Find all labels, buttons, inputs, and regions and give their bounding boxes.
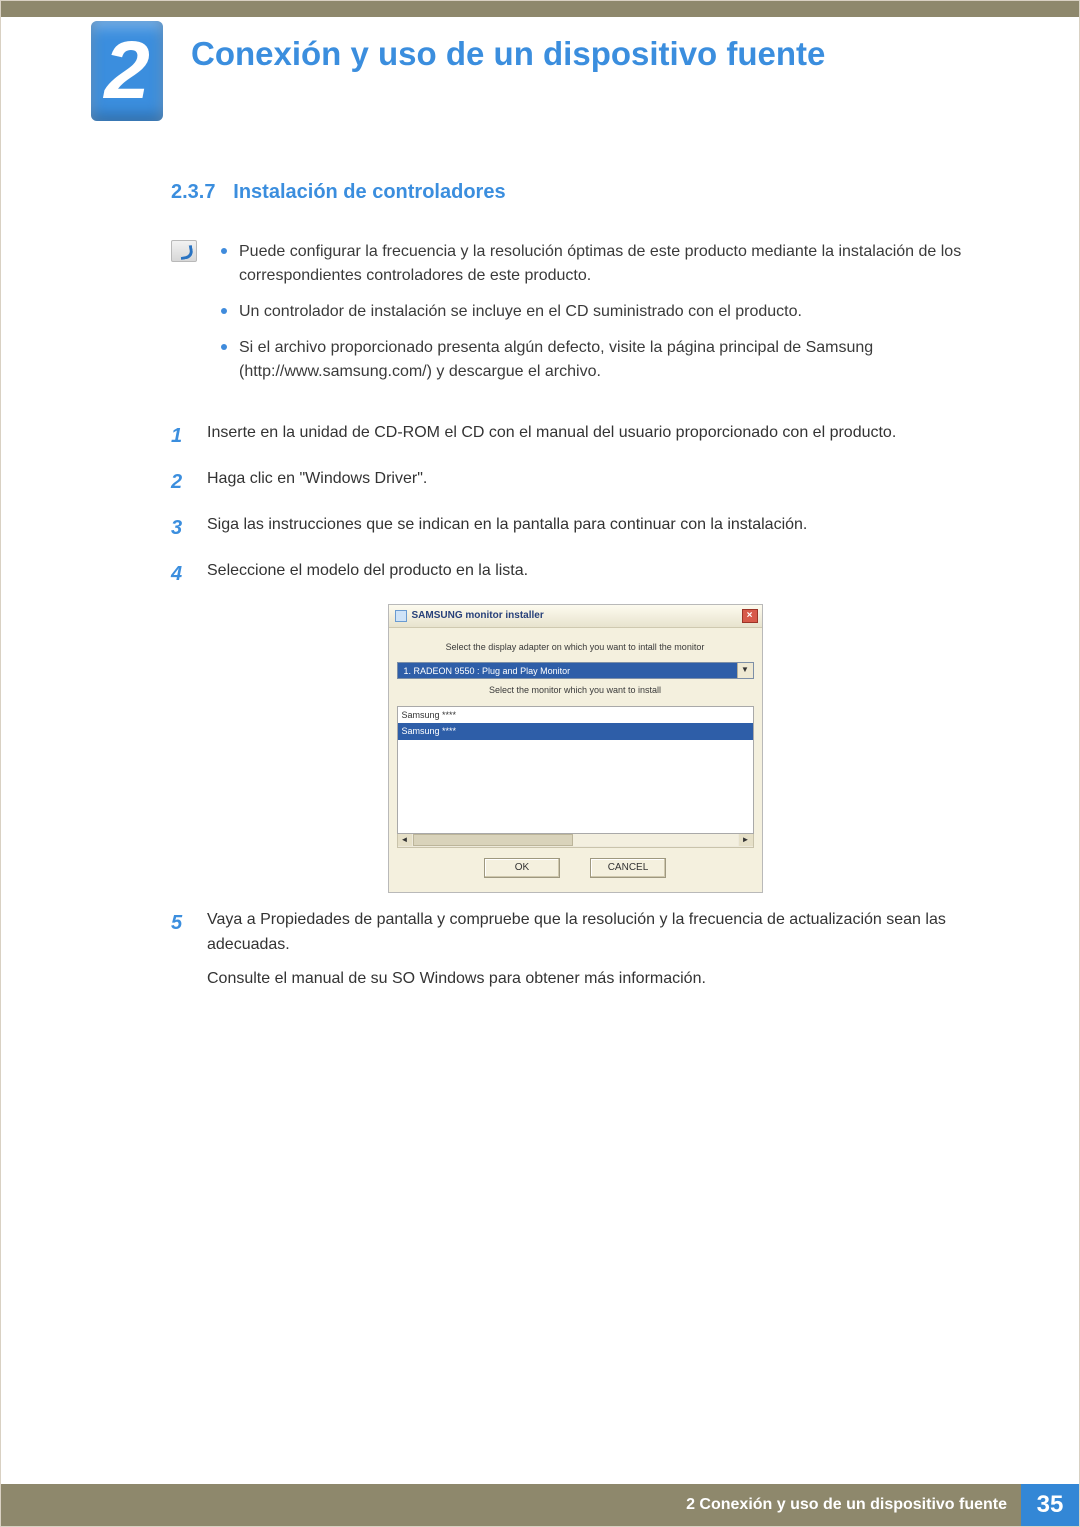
step-number: 4	[171, 558, 189, 590]
section-title: Instalación de controladores	[233, 181, 505, 203]
list-item-selected[interactable]: Samsung ****	[398, 723, 753, 739]
scroll-thumb[interactable]	[413, 834, 573, 846]
installer-figure: SAMSUNG monitor installer × Select the d…	[171, 604, 979, 893]
content-body: 2.3.7 Instalación de controladores Puede…	[171, 181, 979, 1006]
chapter-number: 2	[104, 30, 150, 112]
scroll-left-icon[interactable]: ◄	[398, 834, 412, 846]
note-icon	[171, 240, 197, 262]
top-stripe	[1, 1, 1079, 17]
page-root: 2 Conexión y uso de un dispositivo fuent…	[0, 0, 1080, 1527]
step-text: Inserte en la unidad de CD-ROM el CD con…	[207, 420, 979, 446]
installer-title-text: SAMSUNG monitor installer	[412, 608, 544, 624]
page-footer: 2 Conexión y uso de un dispositivo fuent…	[1, 1484, 1079, 1526]
bullet-dot-icon	[221, 248, 227, 254]
section-number: 2.3.7	[171, 181, 215, 203]
page-number: 35	[1021, 1484, 1079, 1526]
monitor-listbox[interactable]: Samsung **** Samsung ****	[397, 706, 754, 834]
step-number: 3	[171, 512, 189, 544]
step-number: 2	[171, 466, 189, 498]
step-body: Vaya a Propiedades de pantalla y comprue…	[207, 907, 979, 992]
chevron-down-icon[interactable]: ▼	[737, 663, 753, 678]
step-note: Consulte el manual de su SO Windows para…	[207, 966, 979, 992]
chapter-title: Conexión y uso de un dispositivo fuente	[191, 35, 825, 73]
steps-list: 1 Inserte en la unidad de CD-ROM el CD c…	[171, 420, 979, 992]
scroll-track[interactable]	[413, 834, 738, 846]
adapter-label: Select the display adapter on which you …	[397, 640, 754, 654]
installer-body: Select the display adapter on which you …	[389, 628, 762, 892]
installer-dialog: SAMSUNG monitor installer × Select the d…	[388, 604, 763, 893]
section-heading: 2.3.7 Instalación de controladores	[171, 181, 979, 204]
bullet-text: Un controlador de instalación se incluye…	[239, 300, 802, 324]
ok-button[interactable]: OK	[484, 858, 560, 878]
scroll-right-icon[interactable]: ►	[739, 834, 753, 846]
dialog-buttons: OK CANCEL	[397, 848, 754, 882]
info-block: Puede configurar la frecuencia y la reso…	[171, 240, 979, 396]
monitor-label: Select the monitor which you want to ins…	[397, 683, 754, 697]
footer-text: 2 Conexión y uso de un dispositivo fuent…	[686, 1496, 1021, 1514]
step: 1 Inserte en la unidad de CD-ROM el CD c…	[171, 420, 979, 452]
bullet-item: Si el archivo proporcionado presenta alg…	[221, 336, 979, 384]
installer-titlebar: SAMSUNG monitor installer ×	[389, 605, 762, 628]
step: 3 Siga las instrucciones que se indican …	[171, 512, 979, 544]
step-number: 5	[171, 907, 189, 939]
adapter-value: 1. RADEON 9550 : Plug and Play Monitor	[404, 664, 571, 678]
bullet-item: Un controlador de instalación se incluye…	[221, 300, 979, 324]
installer-title-left: SAMSUNG monitor installer	[395, 608, 544, 624]
step-text: Siga las instrucciones que se indican en…	[207, 512, 979, 538]
step-text: Vaya a Propiedades de pantalla y comprue…	[207, 907, 979, 958]
cancel-button[interactable]: CANCEL	[590, 858, 666, 878]
step: 2 Haga clic en "Windows Driver".	[171, 466, 979, 498]
horizontal-scrollbar[interactable]: ◄ ►	[397, 834, 754, 848]
step: 5 Vaya a Propiedades de pantalla y compr…	[171, 907, 979, 992]
bullet-item: Puede configurar la frecuencia y la reso…	[221, 240, 979, 288]
bullet-dot-icon	[221, 344, 227, 350]
step-number: 1	[171, 420, 189, 452]
step-text: Haga clic en "Windows Driver".	[207, 466, 979, 492]
list-item[interactable]: Samsung ****	[398, 707, 753, 723]
step-text: Seleccione el modelo del producto en la …	[207, 558, 979, 584]
bullet-dot-icon	[221, 308, 227, 314]
app-icon	[395, 610, 407, 622]
close-button[interactable]: ×	[742, 609, 758, 623]
step: 4 Seleccione el modelo del producto en l…	[171, 558, 979, 590]
info-bullets: Puede configurar la frecuencia y la reso…	[221, 240, 979, 396]
bullet-text: Si el archivo proporcionado presenta alg…	[239, 336, 979, 384]
chapter-tab: 2	[91, 21, 163, 121]
bullet-text: Puede configurar la frecuencia y la reso…	[239, 240, 979, 288]
adapter-combobox[interactable]: 1. RADEON 9550 : Plug and Play Monitor ▼	[397, 662, 754, 679]
